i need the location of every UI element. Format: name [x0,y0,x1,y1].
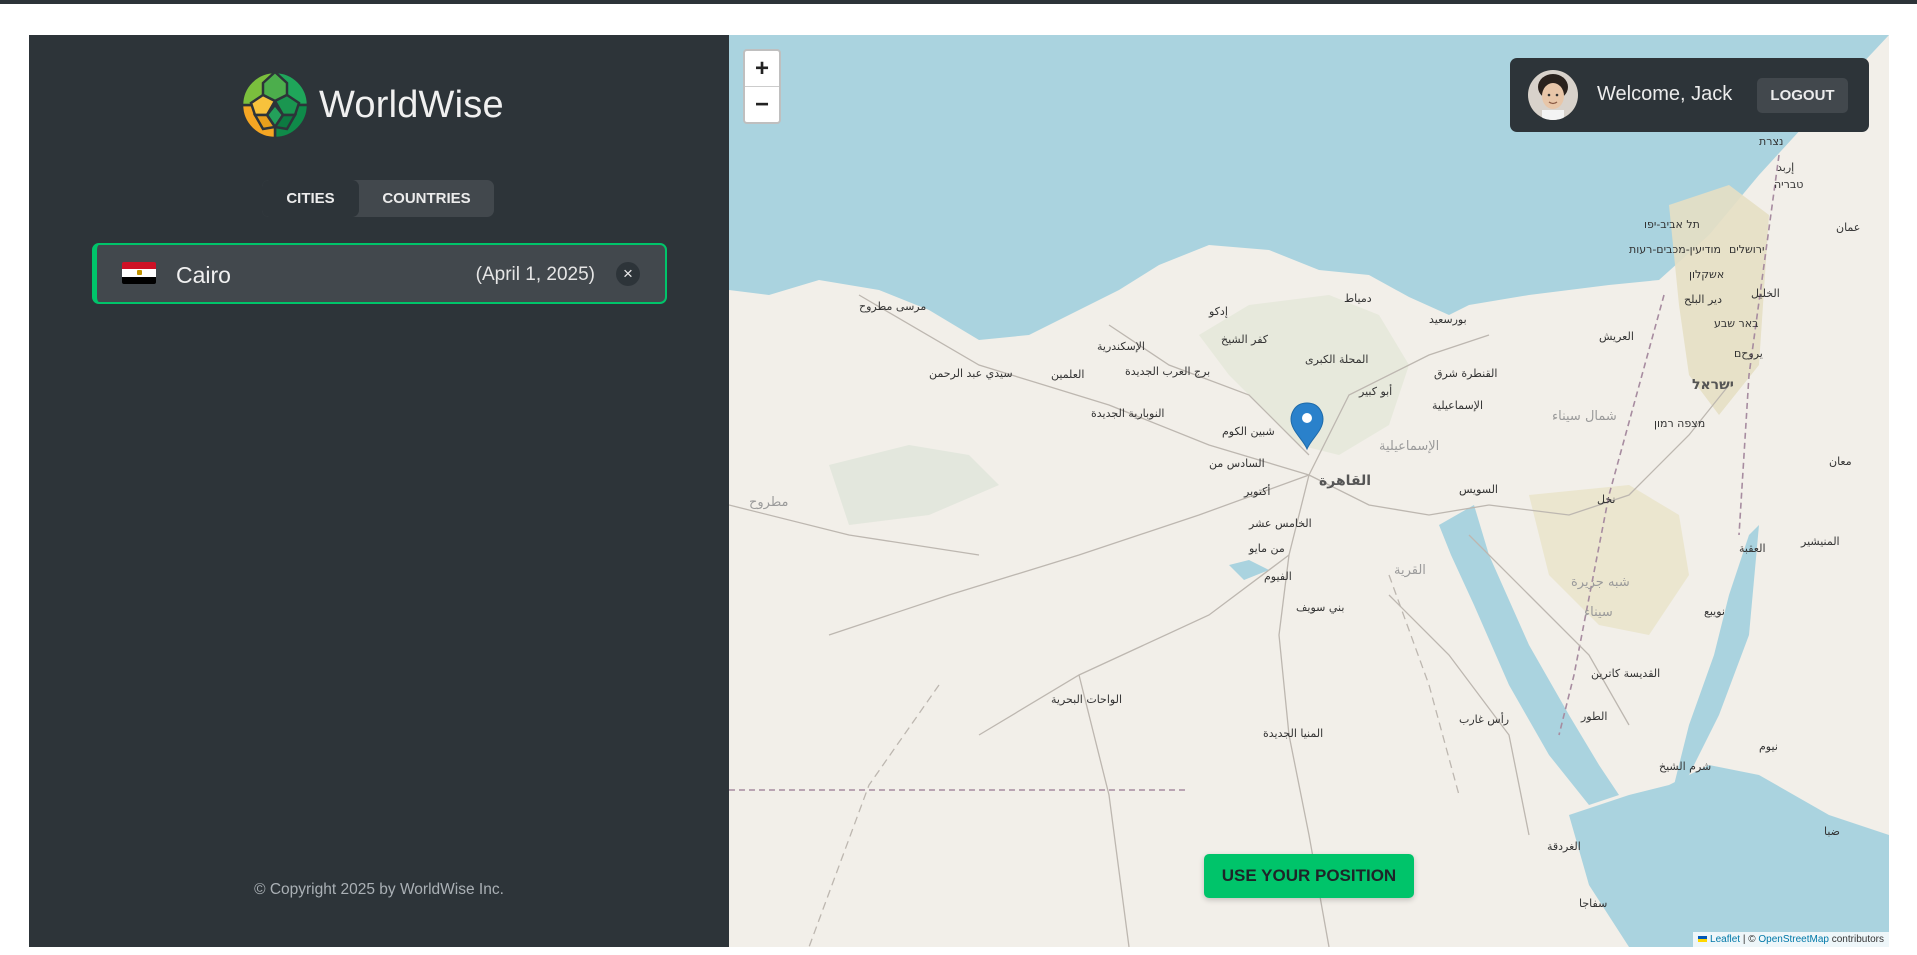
attribution-tail: contributors [1828,934,1884,945]
map-label-cairo: القاهرة [1319,473,1372,489]
map-label: ישראל [1692,377,1734,393]
map-label: נצרת [1759,135,1784,148]
city-list-item[interactable]: Cairo (April 1, 2025) × [92,243,667,304]
use-position-button[interactable]: USE YOUR POSITION [1204,854,1414,898]
delete-city-button[interactable]: × [616,262,640,286]
map-label: أكتوبر [1244,485,1271,498]
map-label: المنيا الجديدة [1263,727,1324,740]
map-label: الخامس عشر [1249,517,1312,530]
map-label: رأس غارب [1459,713,1510,726]
map-label: الخليل [1751,287,1780,300]
map-label: شمال سيناء [1552,409,1617,424]
map-label: يروحם [1734,347,1763,360]
map-label: القرية [1394,563,1426,578]
map-label: ضبا [1824,825,1841,838]
map-label: תל אביב-יפו [1644,218,1700,231]
map-label: مطروح [749,495,789,510]
map-label: אשקלון [1689,268,1725,281]
map-label: سيناء [1584,605,1613,620]
map-attribution: Leaflet | © OpenStreetMap contributors [1693,932,1889,947]
zoom-in-button[interactable]: + [745,51,779,86]
map-label: شبه جزيرة [1571,575,1630,590]
welcome-text: Welcome, Jack [1597,83,1733,105]
map-label: الغردقة [1547,840,1581,853]
osm-link[interactable]: OpenStreetMap [1758,934,1829,945]
map-label: العقبة [1739,542,1766,555]
map-label: شرم الشيخ [1659,760,1712,773]
map-label: بورسعيد [1429,313,1467,326]
map-label: الطور [1581,710,1608,723]
map-label: מודיעין-מכבים-רעות [1629,243,1721,256]
map-label: الواحات البحرية [1051,693,1123,706]
map[interactable]: القاهرة الإسكندرية مرسى مطروح مطروح سيدي… [729,35,1889,947]
app-name: WorldWise [319,83,504,126]
attribution-sep: | © [1740,934,1759,945]
user-panel: Welcome, Jack LOGOUT [1510,58,1869,132]
tab-countries[interactable]: COUNTRIES [359,180,494,217]
map-label: نخل [1597,493,1616,506]
tab-cities[interactable]: CITIES [262,180,359,217]
map-label: الفيوم [1264,570,1292,583]
avatar [1528,70,1578,120]
map-label: النوبارية الجديدة [1091,407,1165,420]
map-label: مرسى مطروح [859,300,927,313]
zoom-out-button[interactable]: − [745,87,779,122]
map-label: بني سويف [1296,601,1345,614]
map-label: سيدي عبد الرحمن [929,367,1013,380]
map-label: القديسة كاترين [1591,667,1661,680]
map-label: نويبع [1704,605,1725,618]
logout-button[interactable]: LOGOUT [1757,78,1848,113]
egypt-flag-icon [122,262,156,284]
city-date: (April 1, 2025) [475,264,595,285]
map-label: سفاجا [1579,897,1608,910]
map-label: المحلة الكبرى [1305,353,1369,366]
map-label: טבריה [1774,178,1804,191]
zoom-control: + − [743,49,781,124]
map-label: نيوم [1759,740,1778,753]
map-label: الإسكندرية [1097,340,1145,353]
map-label: دمياط [1344,292,1372,305]
sidebar: WorldWise CITIES COUNTRIES Cairo (April … [29,35,729,947]
map-label: إربد [1777,161,1795,174]
map-label: المنيشير [1801,535,1840,548]
map-label: באר שבע [1714,317,1759,330]
map-label: الإسماعيلية [1432,399,1483,412]
map-label: أبو كبير [1359,385,1393,398]
map-label: السادس من [1209,457,1265,470]
map-label: دير البلح [1684,293,1722,306]
app-layout: WorldWise CITIES COUNTRIES Cairo (April … [29,35,1889,947]
city-name: Cairo [176,262,231,288]
globe-logo-icon [241,71,309,139]
map-label: מצפה רמון [1654,417,1706,430]
map-label: شبين الكوم [1222,425,1275,438]
map-label: عمان [1836,221,1861,234]
map-tiles[interactable] [729,35,1889,947]
map-label: من مايو [1249,542,1285,555]
map-label: برج العرب الجديدة [1125,365,1211,378]
map-label: إدكو [1209,305,1228,318]
map-label: السويس [1459,483,1498,496]
map-label: العريش [1599,330,1634,343]
map-label: معان [1829,455,1852,468]
leaflet-link[interactable]: Leaflet [1710,934,1740,945]
view-tabs: CITIES COUNTRIES [262,180,494,217]
window-top-border [0,0,1917,4]
copyright: © Copyright 2025 by WorldWise Inc. [254,881,504,898]
map-label: القنطرة شرق [1434,367,1498,380]
map-label: ירושלים [1729,243,1765,256]
map-label: كفر الشيخ [1221,333,1269,346]
ukraine-flag-icon [1698,936,1708,943]
logo[interactable]: WorldWise [241,71,504,139]
map-label: العلمين [1051,368,1085,381]
map-label: الإسماعيلية [1379,439,1440,454]
